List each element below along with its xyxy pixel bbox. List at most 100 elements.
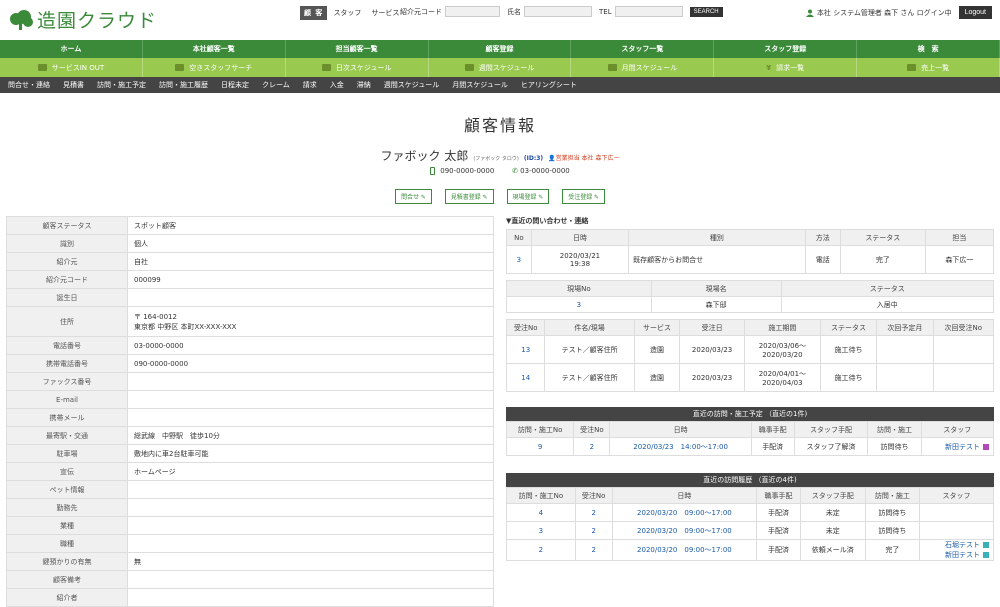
tab-customer[interactable]: 顧 客 (300, 6, 328, 20)
info-value: 090-0000-0000 (127, 354, 494, 373)
link-cell[interactable]: 2020/03/23 14:00～17:00 (609, 437, 752, 456)
link-cell[interactable]: 2020/03/20 09:00～17:00 (611, 539, 758, 561)
nav-customer-register[interactable]: 顧客登録 (429, 40, 572, 58)
table-row[interactable]: 14 テスト／顧客住所 造園 2020/03/23 2020/04/01～ 2020/0… (505, 363, 995, 392)
link-cell[interactable]: 3 (506, 296, 652, 313)
nav-free-staff-search[interactable]: 空きスタッフサーチ (143, 58, 286, 77)
nav-monthly[interactable]: 月間スケジュール (452, 80, 508, 90)
search-icon (175, 64, 185, 71)
order-register-button[interactable]: 受注登録 ✎ (562, 189, 605, 204)
nav-invoice[interactable]: 請求 (303, 80, 317, 90)
nav-daily-schedule[interactable]: 日次スケジュール (286, 58, 429, 77)
nav-inquiry[interactable]: 問合せ・連絡 (8, 80, 50, 90)
info-value (127, 588, 494, 607)
link-cell[interactable]: 2020/03/20 09:00～17:00 (611, 503, 758, 522)
link-cell[interactable]: 2 (573, 437, 611, 456)
tab-staff[interactable]: スタッフ (329, 6, 365, 20)
name-input[interactable] (524, 6, 592, 17)
nav-label: 空きスタッフサーチ (189, 63, 253, 72)
link-cell[interactable]: 3 (506, 245, 532, 274)
table-row[interactable]: 4 2 2020/03/20 09:00～17:00 手配済 未定 訪問待ち (506, 503, 994, 522)
info-label: 勤務先 (6, 498, 128, 517)
column-header: スタッフ (919, 487, 994, 504)
site-register-button[interactable]: 現場登録 ✎ (506, 189, 550, 204)
table-cell: 完了 (839, 245, 926, 274)
link-cell[interactable]: 9 (505, 437, 575, 456)
logo[interactable]: 造園クラウド (8, 6, 157, 33)
info-label: ペット情報 (6, 480, 128, 499)
nav-weekly[interactable]: 週間スケジュール (384, 80, 440, 90)
table-cell: 未定 (799, 503, 866, 522)
column-header: スタッフ手配 (799, 487, 866, 504)
nav-visit-history[interactable]: 訪問・施工履歴 (159, 80, 208, 90)
table-cell: 既存顧客からお問合せ (628, 245, 806, 274)
info-value (127, 534, 494, 553)
column-header: No (506, 229, 532, 246)
nav-weekly-schedule[interactable]: 週間スケジュール (429, 58, 572, 77)
staff-name[interactable]: 石堀テスト (920, 540, 989, 550)
nav-claim[interactable]: クレーム (262, 80, 290, 90)
tab-service[interactable]: サービス (367, 6, 403, 20)
nav-sales-list[interactable]: 売上一覧 (857, 58, 1000, 77)
nav-service-in-out[interactable]: サービスIN OUT (0, 58, 143, 77)
column-header: 種別 (628, 229, 806, 246)
referrer-code-input[interactable] (445, 6, 500, 17)
info-value (127, 480, 494, 499)
table-row[interactable]: 13 テスト／顧客住所 造園 2020/03/23 2020/03/06～ 2020/0… (505, 335, 995, 364)
nav-search[interactable]: 検 索 (857, 40, 1000, 58)
nav-staff-register[interactable]: スタッフ登録 (714, 40, 858, 58)
staff-color-swatch (983, 443, 989, 450)
table-header-row: 受注No 件名/現場 サービス 受注日 施工期間 ステータス 次回予定月 次回受注No (505, 319, 995, 336)
info-row: 携帯メール (6, 408, 494, 427)
referrer-code-label: 紹介元コード (400, 7, 442, 16)
info-label: ファックス番号 (6, 372, 128, 391)
nav-billing-list[interactable]: ¥ 請求一覧 (714, 58, 858, 77)
nav-estimate[interactable]: 見積書 (63, 80, 84, 90)
nav-staff-list[interactable]: スタッフ一覧 (571, 40, 715, 58)
table-row[interactable]: 2 2 2020/03/20 09:00～17:00 手配済 依頼メール済 完了 石堀テスト… (506, 539, 994, 561)
table-cell: 2020/04/01～ 2020/04/03 (743, 363, 821, 392)
table-cell: 2020/03/23 (679, 363, 745, 392)
nav-arrears[interactable]: 滞納 (357, 80, 371, 90)
table-row[interactable]: 9 2 2020/03/23 14:00～17:00 手配済 スタッフ了解済 訪問待ち 新田… (505, 437, 995, 456)
info-label: 紹介者 (6, 588, 128, 607)
logout-button[interactable]: Logout (958, 6, 992, 19)
nav-visit-plan[interactable]: 訪問・施工予定 (97, 80, 146, 90)
link-cell[interactable]: 2020/03/20 09:00～17:00 (611, 521, 758, 540)
nav-hearing-sheet[interactable]: ヒアリングシート (521, 80, 577, 90)
link-cell[interactable]: 2 (574, 521, 613, 540)
inquiry-button[interactable]: 問合せ ✎ (395, 189, 432, 204)
link-cell[interactable]: 2 (574, 539, 613, 561)
nav-hq-customer-list[interactable]: 本社顧客一覧 (143, 40, 286, 58)
link-cell[interactable]: 13 (505, 335, 546, 364)
tel-input[interactable] (614, 6, 683, 17)
link-cell[interactable]: 2 (506, 539, 576, 561)
link-cell[interactable]: 2 (574, 503, 613, 522)
mobile-phone: 090-0000-0000 (430, 167, 494, 175)
link-cell[interactable]: 14 (505, 363, 546, 392)
nav-payment[interactable]: 入金 (330, 80, 344, 90)
info-value: 総武線 中野駅 徒歩10分 (127, 426, 494, 445)
info-label: 鍵預かりの有無 (6, 552, 128, 571)
nav-assigned-customer-list[interactable]: 担当顧客一覧 (286, 40, 429, 58)
search-button[interactable]: SEARCH (689, 6, 723, 17)
nav-monthly-schedule[interactable]: 月間スケジュール (571, 58, 715, 77)
estimate-register-button[interactable]: 見積書登録 ✎ (444, 189, 494, 204)
nav-home[interactable]: ホーム (0, 40, 143, 58)
info-value: 敷地内に車2台駐車可能 (127, 444, 494, 463)
info-row: ファックス番号 (6, 372, 494, 391)
staff-name[interactable]: 新田テスト (922, 442, 989, 452)
info-row: 勤務先 (6, 498, 494, 517)
table-cell: 2020/03/23 (679, 335, 745, 364)
table-cell: 依頼メール済 (799, 539, 866, 561)
column-header: ステータス (839, 229, 926, 246)
nav-unscheduled[interactable]: 日程未定 (221, 80, 249, 90)
info-label: 駐車場 (6, 444, 128, 463)
table-row[interactable]: 3 森下邸 入居中 (506, 296, 995, 313)
info-row: 職種 (6, 534, 494, 553)
staff-name[interactable]: 新田テスト (920, 550, 989, 560)
link-cell[interactable]: 4 (506, 503, 576, 522)
link-cell[interactable]: 3 (506, 521, 576, 540)
table-row[interactable]: 3 2020/03/21 19:38 既存顧客からお問合せ 電話 完了 森下広一 (506, 245, 995, 274)
table-row[interactable]: 3 2 2020/03/20 09:00～17:00 手配済 未定 訪問待ち (506, 521, 994, 540)
